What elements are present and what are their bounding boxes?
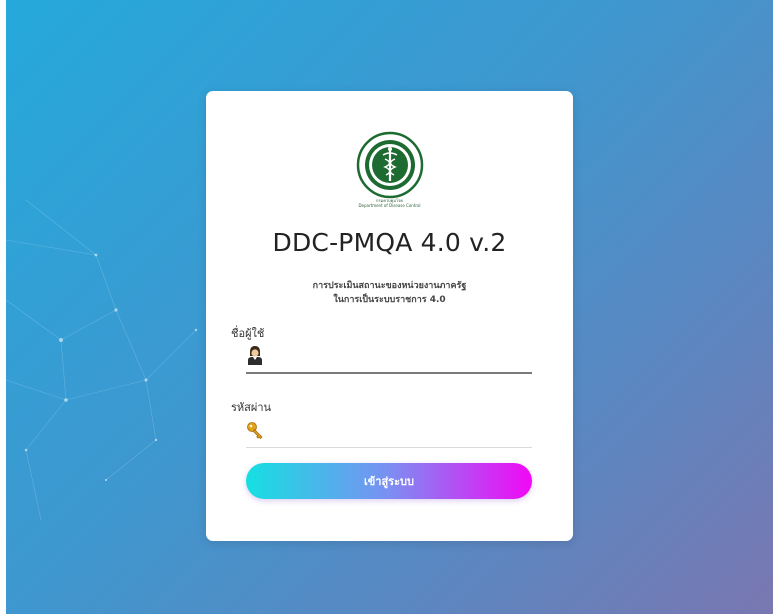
app-subtitle: การประเมินสถานะของหน่วยงานภาครัฐ ในการเป… [206, 279, 573, 307]
password-field[interactable] [246, 419, 531, 445]
user-icon [248, 346, 262, 365]
subtitle-line-2: ในการเป็นระบบราชการ 4.0 [333, 295, 446, 305]
login-card: กรมควบคุมโรค Department of Disease Contr… [206, 91, 573, 541]
password-input[interactable] [272, 419, 531, 445]
password-underline [246, 447, 532, 448]
logo-caption: กรมควบคุมโรค Department of Disease Contr… [206, 198, 573, 208]
subtitle-line-1: การประเมินสถานะของหน่วยงานภาครัฐ [312, 281, 467, 291]
username-underline [246, 372, 532, 374]
logo-caption-english: Department of Disease Control [358, 203, 421, 208]
key-icon [247, 422, 263, 440]
username-label: ชื่อผู้ใช้ [231, 327, 265, 340]
login-button[interactable]: เข้าสู่ระบบ [246, 463, 532, 499]
login-page: กรมควบคุมโรค Department of Disease Contr… [0, 0, 773, 614]
password-label: รหัสผ่าน [231, 401, 272, 414]
username-field[interactable] [246, 343, 531, 369]
ministry-seal-logo [356, 131, 424, 199]
app-title: DDC-PMQA 4.0 v.2 [272, 228, 507, 257]
username-input[interactable] [272, 343, 531, 369]
